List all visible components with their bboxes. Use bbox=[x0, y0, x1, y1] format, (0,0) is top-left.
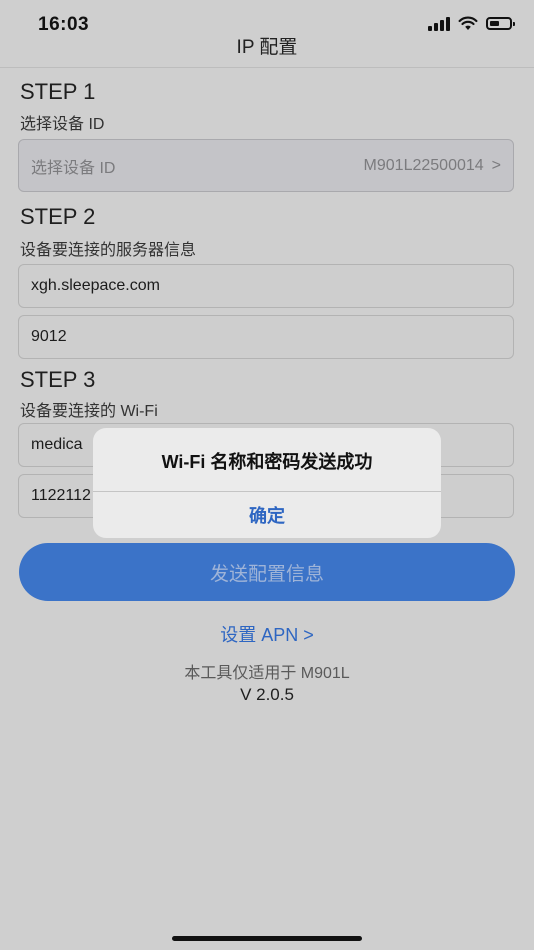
footer-note: 本工具仅适用于 M901L bbox=[184, 665, 350, 682]
wifi-ssid-value: medica bbox=[31, 436, 83, 453]
alert-confirm-button[interactable]: 确定 bbox=[93, 492, 441, 538]
step1-title: STEP 1 bbox=[20, 79, 96, 104]
alert-title: Wi-Fi 名称和密码发送成功 bbox=[161, 452, 373, 472]
signal-icon bbox=[428, 16, 450, 31]
step2-subtitle: 设备要连接的服务器信息 bbox=[20, 242, 197, 259]
device-id-select[interactable]: 选择设备 ID M901L22500014 > bbox=[18, 139, 514, 192]
status-icons bbox=[428, 16, 515, 31]
step1-subtitle: 选择设备 ID bbox=[20, 116, 105, 133]
server-port-field[interactable]: 9012 bbox=[18, 315, 514, 359]
server-address-value: xgh.sleepace.com bbox=[31, 277, 160, 294]
step3-title: STEP 3 bbox=[20, 367, 96, 392]
app-version: V 2.0.5 bbox=[240, 685, 294, 704]
wifi-icon bbox=[458, 16, 478, 30]
server-address-field[interactable]: xgh.sleepace.com bbox=[18, 264, 514, 308]
send-config-button[interactable]: 发送配置信息 bbox=[19, 543, 515, 601]
step2-title: STEP 2 bbox=[20, 204, 96, 229]
alert-dialog: Wi-Fi 名称和密码发送成功 确定 bbox=[93, 428, 441, 538]
chevron-right-icon: > bbox=[491, 156, 501, 174]
page-title: IP 配置 bbox=[236, 37, 298, 58]
device-id-select-placeholder: 选择设备 ID bbox=[31, 159, 116, 177]
wifi-password-value: 1122112 bbox=[31, 487, 91, 504]
step3-subtitle: 设备要连接的 Wi-Fi bbox=[20, 403, 158, 420]
device-id-value: M901L22500014 bbox=[363, 156, 484, 174]
nav-divider bbox=[0, 67, 534, 68]
server-port-value: 9012 bbox=[31, 328, 67, 345]
apn-settings-link[interactable]: 设置 APN > bbox=[0, 621, 534, 647]
home-indicator[interactable] bbox=[172, 936, 362, 941]
battery-icon bbox=[486, 17, 515, 30]
device-id-select-value: M901L22500014 > bbox=[364, 157, 501, 175]
